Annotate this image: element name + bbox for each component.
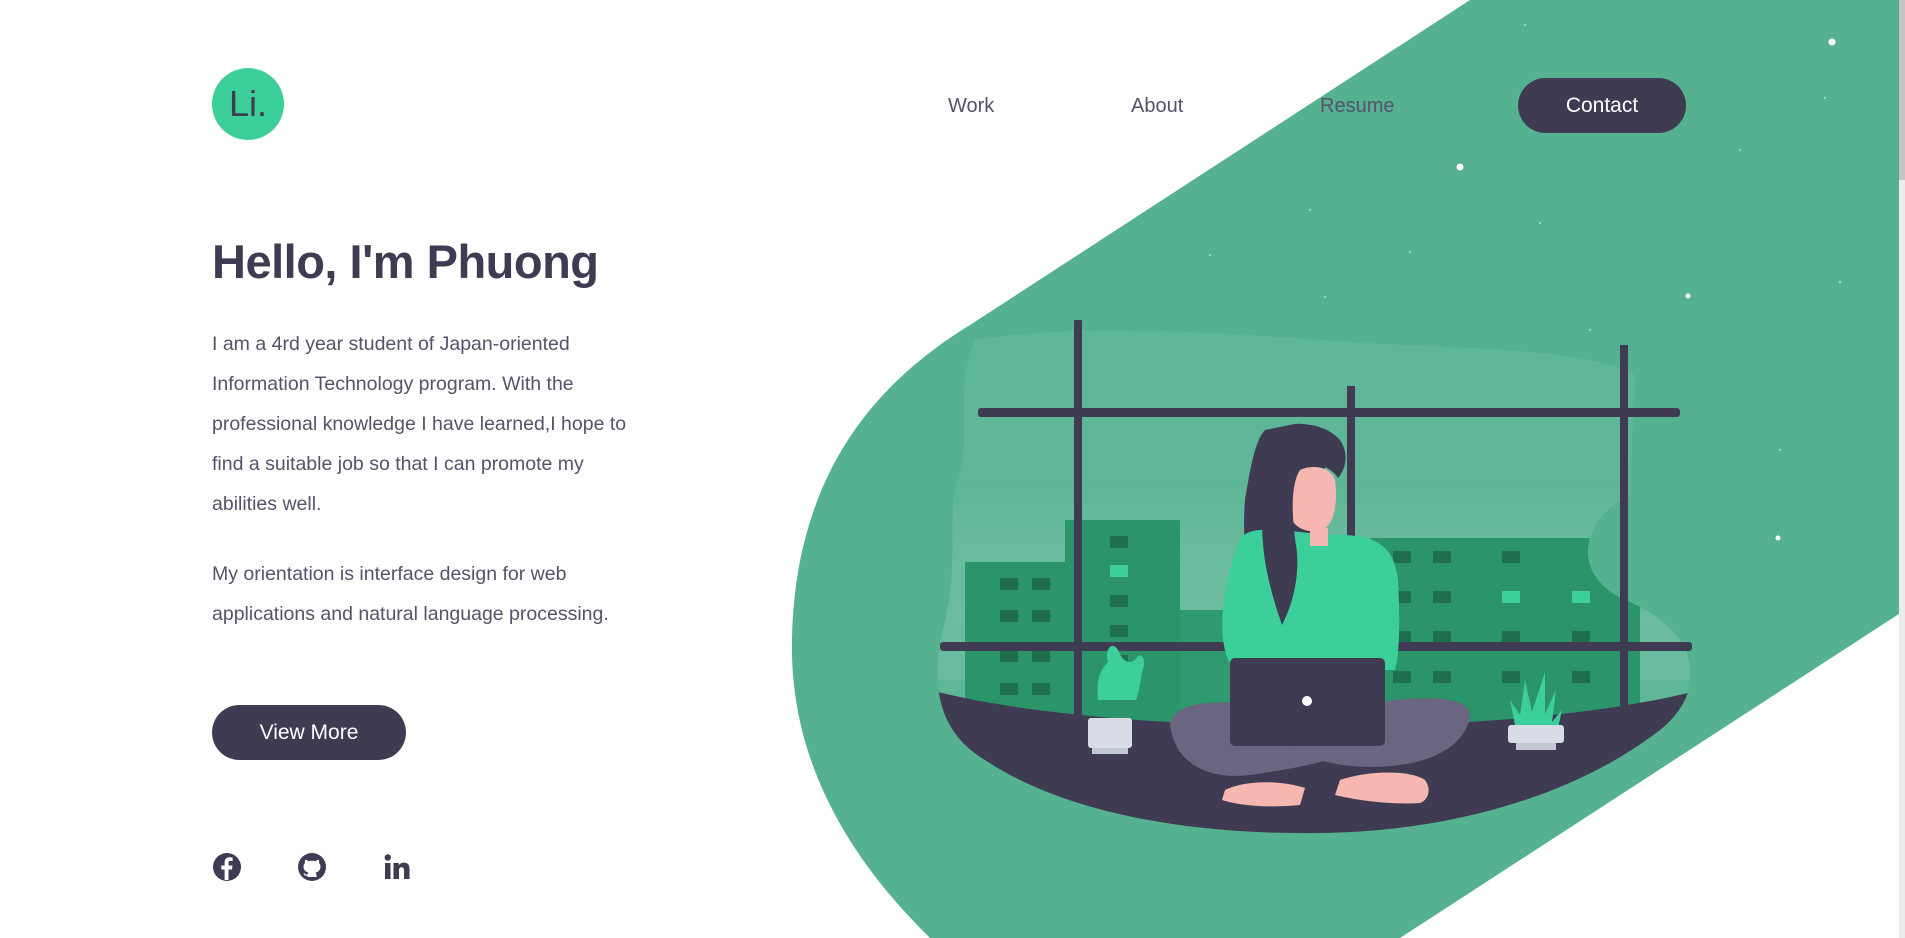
page-scrollbar[interactable] [1899, 0, 1905, 938]
hero-section: Hello, I'm Phuong I am a 4rd year studen… [212, 230, 632, 634]
facebook-icon[interactable] [212, 852, 242, 882]
scrollbar-thumb[interactable] [1899, 0, 1905, 180]
navbar: Li. Work About Resume Contact [0, 0, 1905, 150]
hero-title: Hello, I'm Phuong [212, 235, 599, 288]
logo[interactable]: Li. [212, 68, 284, 140]
hero-paragraph-1: I am a 4rd year student of Japan-oriente… [212, 333, 627, 515]
hero-paragraph-2: My orientation is interface design for w… [212, 563, 609, 625]
nav-link-work[interactable]: Work [948, 92, 994, 120]
linkedin-icon[interactable] [382, 852, 412, 882]
github-icon[interactable] [297, 852, 327, 882]
nav-link-resume[interactable]: Resume [1320, 92, 1394, 120]
nav-link-about[interactable]: About [1131, 92, 1183, 120]
contact-button[interactable]: Contact [1518, 78, 1686, 133]
view-more-button[interactable]: View More [212, 705, 406, 760]
